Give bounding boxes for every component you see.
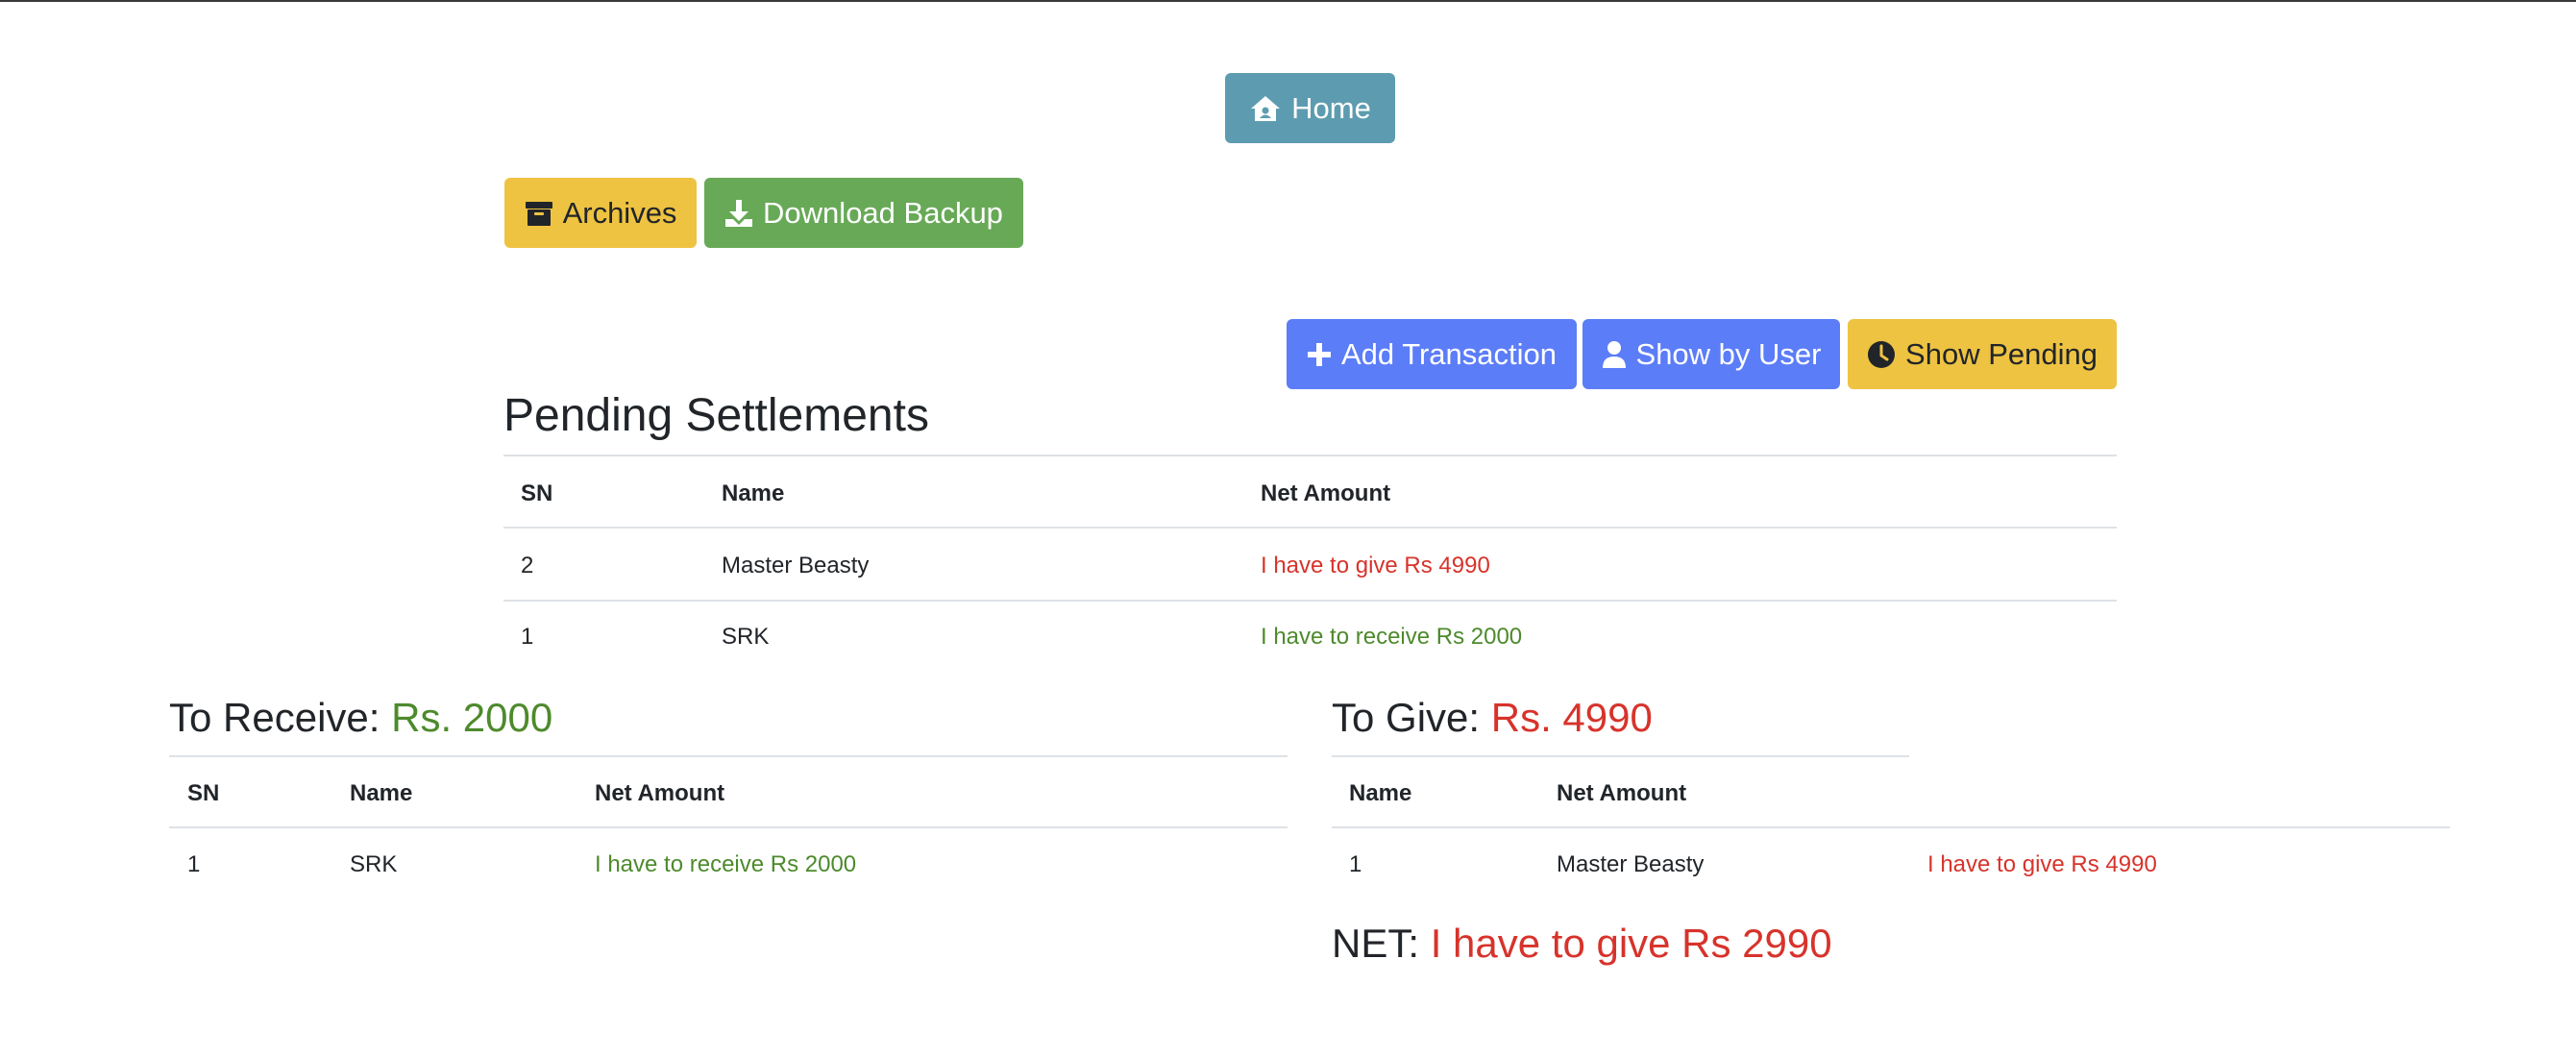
show-by-user-label: Show by User	[1635, 336, 1822, 371]
column-header-name: Name	[722, 480, 785, 506]
column-header-net-amount: Net Amount	[595, 780, 725, 806]
net-summary: NET: I have to give Rs 2990	[1332, 921, 1832, 967]
column-header-name: Name	[1349, 780, 1412, 806]
header-divider	[169, 826, 1288, 828]
download-backup-button[interactable]: Download Backup	[704, 178, 1023, 248]
cell-amount: I have to give Rs 4990	[1261, 553, 1490, 578]
cell-amount: I have to receive Rs 2000	[1261, 624, 1523, 650]
show-pending-button[interactable]: Show Pending	[1848, 319, 2117, 389]
cell-sn: 1	[1349, 851, 1362, 877]
cell-sn: 1	[187, 851, 201, 877]
cell-name: Master Beasty	[1557, 851, 1705, 877]
cell-amount: I have to give Rs 4990	[1927, 851, 2157, 877]
column-header-name: Name	[350, 780, 413, 806]
divider	[169, 755, 1288, 757]
pending-settlements-title: Pending Settlements	[503, 390, 929, 441]
show-by-user-button[interactable]: Show by User	[1582, 319, 1840, 389]
net-value: I have to give Rs 2990	[1430, 921, 1832, 966]
home-button[interactable]: Home	[1225, 73, 1395, 143]
row-divider	[503, 600, 2117, 602]
to-give-total: Rs. 4990	[1490, 695, 1653, 740]
download-backup-label: Download Backup	[763, 195, 1003, 230]
archives-button-label: Archives	[562, 195, 677, 230]
cell-sn: 1	[521, 624, 534, 650]
archives-button[interactable]: Archives	[504, 178, 697, 248]
divider	[503, 455, 2117, 456]
to-receive-total: Rs. 2000	[391, 695, 553, 740]
cell-amount: I have to receive Rs 2000	[595, 851, 857, 877]
column-header-sn: SN	[521, 480, 553, 506]
show-pending-label: Show Pending	[1905, 336, 2098, 371]
download-icon	[725, 199, 753, 227]
clock-icon	[1868, 340, 1896, 368]
to-receive-label: To Receive:	[169, 695, 380, 740]
home-button-label: Home	[1291, 90, 1371, 125]
to-give-label: To Give:	[1332, 695, 1481, 740]
add-transaction-label: Add Transaction	[1340, 336, 1558, 371]
cell-name: Master Beasty	[722, 553, 870, 578]
add-transaction-button[interactable]: Add Transaction	[1287, 319, 1577, 389]
header-divider	[503, 527, 2117, 529]
header-divider	[1332, 826, 2450, 828]
cell-name: SRK	[350, 851, 398, 877]
column-header-net-amount: Net Amount	[1261, 480, 1391, 506]
cell-name: SRK	[722, 624, 770, 650]
net-label: NET:	[1332, 921, 1420, 966]
home-icon	[1251, 95, 1281, 121]
to-receive-heading: To Receive: Rs. 2000	[169, 695, 552, 741]
plus-icon	[1307, 342, 1331, 366]
user-icon	[1602, 340, 1626, 368]
archive-box-icon	[525, 201, 552, 226]
to-give-heading: To Give: Rs. 4990	[1332, 695, 1653, 741]
top-border	[0, 0, 2576, 2]
divider	[1332, 755, 1909, 757]
column-header-sn: SN	[187, 780, 220, 806]
column-header-net-amount: Net Amount	[1557, 780, 1687, 806]
cell-sn: 2	[521, 553, 534, 578]
